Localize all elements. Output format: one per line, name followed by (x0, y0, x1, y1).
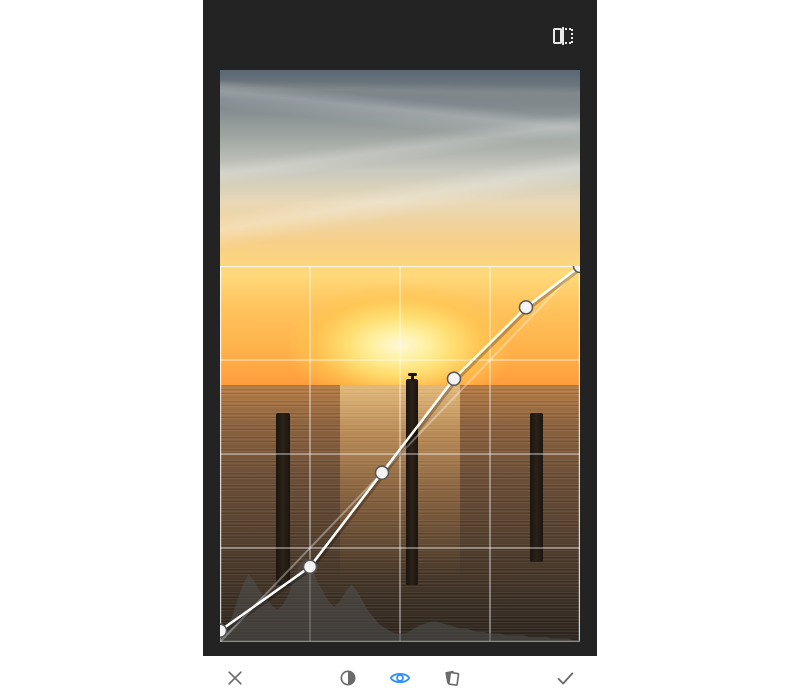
editor-viewport (203, 0, 597, 656)
editor-toolbar (203, 656, 597, 700)
curves-overlay[interactable] (220, 266, 580, 642)
tab-styles[interactable] (438, 664, 466, 692)
curve-control-point[interactable] (448, 372, 461, 385)
photo-editor-app (203, 0, 597, 700)
tab-contrast[interactable] (334, 664, 362, 692)
curve-control-point[interactable] (520, 301, 533, 314)
contrast-icon (338, 668, 358, 688)
apply-button[interactable] (551, 664, 579, 692)
close-icon (225, 668, 245, 688)
curve-control-point[interactable] (220, 624, 227, 637)
tab-eye[interactable] (386, 664, 414, 692)
curve-control-point[interactable] (376, 466, 389, 479)
compare-toggle-button[interactable] (551, 24, 579, 52)
styles-icon (442, 668, 462, 688)
curve-control-point[interactable] (304, 560, 317, 573)
check-icon (554, 667, 576, 689)
curves-panel[interactable] (220, 266, 580, 642)
compare-split-icon (551, 24, 575, 48)
editor-tool-tabs (334, 664, 466, 692)
cancel-button[interactable] (221, 664, 249, 692)
eye-icon (389, 667, 411, 689)
